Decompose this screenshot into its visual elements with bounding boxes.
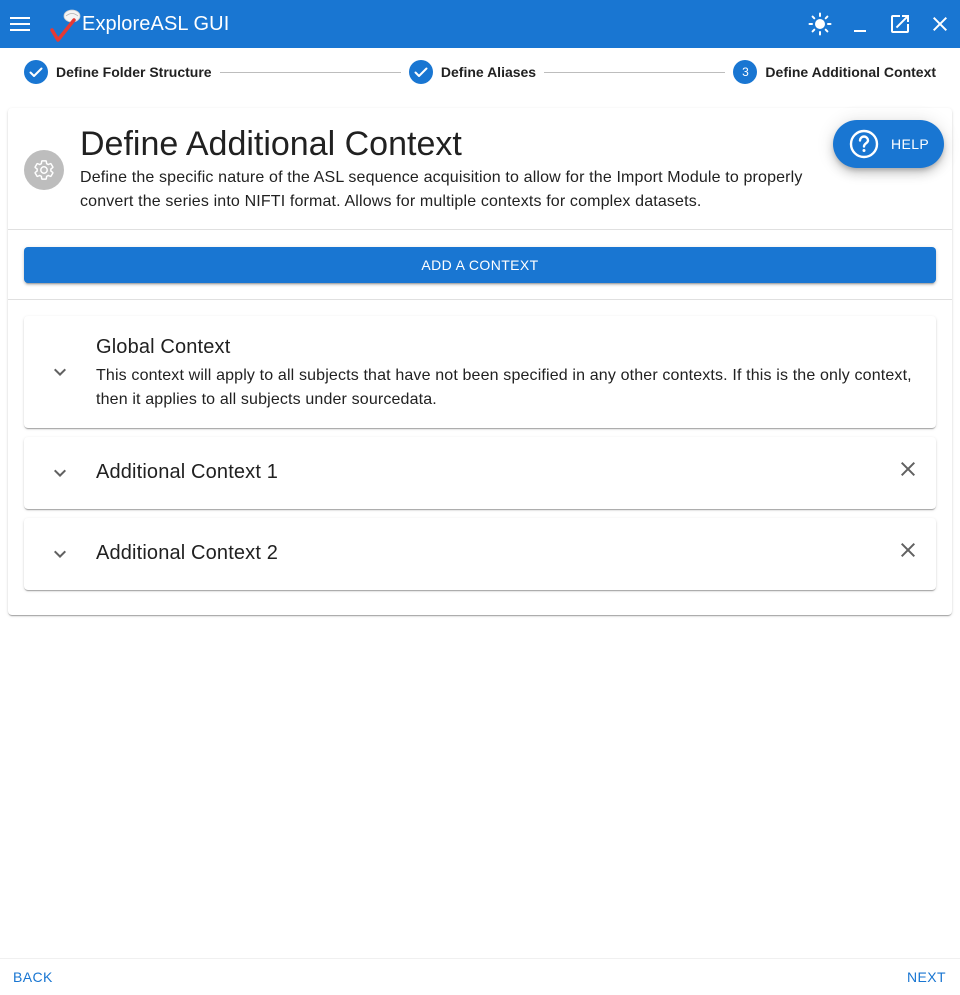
- page-title: Define Additional Context: [80, 125, 462, 163]
- brightness-icon: [808, 12, 832, 36]
- app-bar: ExploreASL GUI: [0, 0, 960, 48]
- context-title: Global Context: [96, 336, 231, 358]
- close-window-button[interactable]: [920, 0, 960, 48]
- context-accordion-1[interactable]: Additional Context 1: [24, 437, 936, 509]
- stepper: Define Folder Structure Define Aliases 3…: [0, 48, 960, 96]
- app-title: ExploreASL GUI: [82, 12, 230, 35]
- step-define-additional-context[interactable]: 3 Define Additional Context: [733, 60, 936, 84]
- context-accordion-global[interactable]: Global Context This context will apply t…: [24, 316, 936, 428]
- close-icon: [901, 462, 915, 476]
- close-icon: [933, 17, 947, 31]
- bottom-navigation: BACK NEXT: [0, 958, 960, 995]
- context-title: Additional Context 1: [96, 461, 279, 483]
- page-header: Define Additional Context Define the spe…: [8, 108, 952, 230]
- minimize-button[interactable]: [840, 0, 880, 48]
- help-circle-icon: [849, 129, 879, 159]
- chevron-down-icon: [54, 469, 66, 477]
- context-title: Additional Context 2: [96, 542, 279, 564]
- expand-toggle[interactable]: [48, 542, 72, 566]
- minimize-icon: [854, 30, 866, 32]
- step-label: Define Aliases: [440, 64, 537, 80]
- step-define-aliases[interactable]: Define Aliases: [408, 60, 537, 84]
- remove-context-button[interactable]: [896, 538, 920, 562]
- menu-button[interactable]: [0, 0, 40, 48]
- back-button[interactable]: BACK: [13, 969, 53, 985]
- step-label: Define Folder Structure: [56, 64, 212, 80]
- step-connector: [219, 71, 401, 73]
- chevron-down-icon: [54, 550, 66, 558]
- remove-context-button[interactable]: [896, 457, 920, 481]
- help-button[interactable]: HELP: [833, 120, 944, 168]
- step-label: Define Additional Context: [765, 64, 937, 80]
- main-card: Define Additional Context Define the spe…: [8, 108, 952, 615]
- close-icon: [901, 543, 915, 557]
- next-button[interactable]: NEXT: [907, 969, 946, 985]
- gear-icon: [34, 160, 54, 180]
- help-button-label: HELP: [891, 136, 930, 152]
- check-circle-icon: [24, 60, 48, 84]
- expand-toggle[interactable]: [48, 360, 72, 384]
- brain-check-logo-icon: [50, 9, 81, 42]
- add-context-button[interactable]: ADD A CONTEXT: [24, 247, 936, 283]
- theme-toggle-button[interactable]: [800, 0, 840, 48]
- step-connector: [544, 71, 726, 73]
- step-define-folder-structure[interactable]: Define Folder Structure: [24, 60, 212, 84]
- menu-icon: [10, 17, 30, 31]
- window-controls: [800, 0, 960, 48]
- expand-toggle[interactable]: [48, 461, 72, 485]
- open-in-new-icon: [891, 15, 909, 33]
- context-accordion-2[interactable]: Additional Context 2: [24, 518, 936, 590]
- maximize-button[interactable]: [880, 0, 920, 48]
- step-number-badge: 3: [733, 60, 758, 84]
- page-description: Define the specific nature of the ASL se…: [80, 169, 803, 210]
- chevron-down-icon: [54, 368, 66, 376]
- check-circle-icon: [408, 60, 433, 84]
- avatar: [24, 150, 64, 190]
- app-logo: [48, 4, 84, 44]
- context-description: This context will apply to all subjects …: [96, 367, 912, 408]
- add-context-section: ADD A CONTEXT: [8, 230, 952, 300]
